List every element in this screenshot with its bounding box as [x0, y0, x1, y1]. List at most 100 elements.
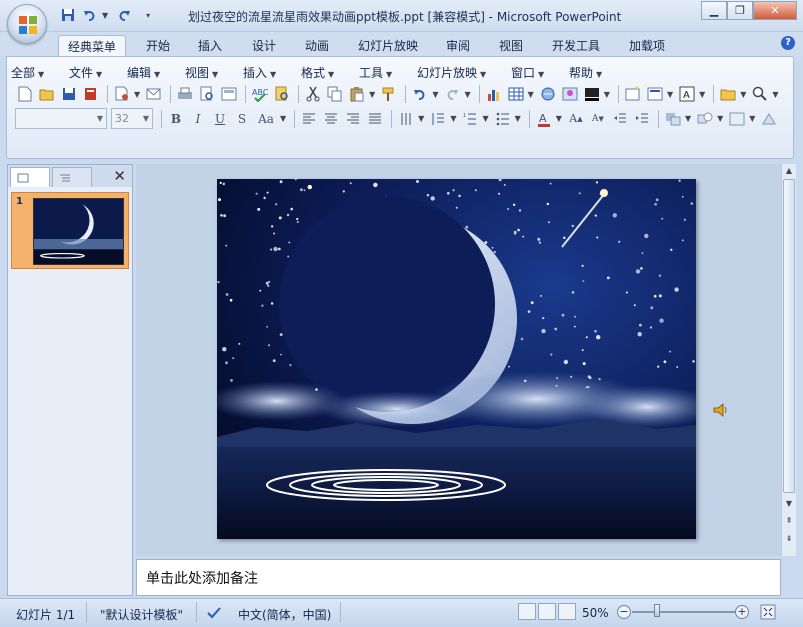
line-spacing-icon[interactable]	[428, 109, 448, 129]
justify-icon[interactable]	[365, 109, 385, 129]
vertical-scrollbar[interactable]: ▲ ▼ ⇞ ⇟	[781, 164, 796, 556]
shadow-icon[interactable]: S	[232, 109, 252, 129]
email-icon[interactable]	[144, 84, 164, 104]
shape-fill-icon[interactable]	[727, 109, 747, 129]
print-preview-icon[interactable]	[112, 84, 132, 104]
quick-styles-icon[interactable]	[759, 109, 779, 129]
bullets-icon[interactable]	[493, 109, 513, 129]
tab-addins[interactable]: 加载项	[622, 35, 672, 56]
chevron-down-icon[interactable]: ▼	[528, 90, 534, 99]
text-box-icon[interactable]: A	[677, 84, 697, 104]
chevron-down-icon[interactable]: ▼	[482, 114, 488, 123]
chevron-down-icon[interactable]: ▼	[464, 90, 470, 99]
scroll-thumb[interactable]	[783, 179, 795, 493]
chevron-down-icon[interactable]: ▼	[515, 114, 521, 123]
new-document-icon[interactable]	[15, 84, 35, 104]
zoom-in-icon[interactable]: +	[735, 605, 749, 619]
menu-all[interactable]: 全部 ▼	[11, 61, 69, 83]
chevron-down-icon[interactable]: ▼	[604, 90, 610, 99]
chevron-down-icon[interactable]: ▼	[432, 90, 438, 99]
chevron-down-icon[interactable]: ▼	[450, 114, 456, 123]
chevron-down-icon[interactable]: ▼	[369, 90, 375, 99]
scroll-down-icon[interactable]: ▼	[782, 497, 796, 511]
restore-button[interactable]: ❐	[727, 1, 753, 20]
chevron-down-icon[interactable]: ▼	[699, 90, 705, 99]
chevron-down-icon[interactable]: ▼	[667, 90, 673, 99]
font-name-combo[interactable]: ▼	[15, 108, 107, 129]
chevron-down-icon[interactable]: ▼	[740, 90, 746, 99]
chevron-down-icon[interactable]: ▼	[418, 114, 424, 123]
zoom-out-icon[interactable]: −	[617, 605, 631, 619]
chevron-down-icon[interactable]: ▼	[717, 114, 723, 123]
format-painter-icon[interactable]	[379, 84, 399, 104]
redo-icon[interactable]	[442, 84, 462, 104]
font-color-icon[interactable]: A	[534, 109, 554, 129]
menu-format[interactable]: 格式 ▼	[301, 61, 359, 83]
tab-review[interactable]: 审阅	[438, 35, 478, 56]
research-icon[interactable]	[272, 84, 292, 104]
slide-thumbnail[interactable]: 1	[11, 192, 129, 269]
tab-classic-menu[interactable]: 经典菜单	[58, 35, 126, 56]
scroll-up-icon[interactable]: ▲	[782, 164, 796, 178]
cut-icon[interactable]	[303, 84, 323, 104]
insert-chart-icon[interactable]	[484, 84, 504, 104]
arrange-icon[interactable]	[663, 109, 683, 129]
underline-icon[interactable]: U	[210, 109, 230, 129]
shapes-icon[interactable]	[695, 109, 715, 129]
change-case-icon[interactable]: Aa	[254, 109, 278, 129]
color-fill-icon[interactable]	[582, 84, 602, 104]
italic-icon[interactable]: I	[188, 109, 208, 129]
save-icon[interactable]	[58, 6, 78, 24]
notes-pane[interactable]: 单击此处添加备注	[136, 559, 781, 596]
text-direction-icon[interactable]	[396, 109, 416, 129]
numbering-icon[interactable]: 1	[460, 109, 480, 129]
zoom-slider[interactable]	[632, 611, 736, 613]
slideshow-view-button[interactable]	[558, 603, 576, 620]
close-icon[interactable]: ✕	[113, 167, 126, 185]
chevron-down-icon[interactable]: ▼	[685, 114, 691, 123]
layout-icon[interactable]	[645, 84, 665, 104]
chevron-down-icon[interactable]: ▼	[772, 90, 778, 99]
sound-icon[interactable]	[712, 401, 730, 419]
bold-icon[interactable]: B	[166, 109, 186, 129]
insert-table-icon[interactable]	[506, 84, 526, 104]
undo-dropdown-icon[interactable]: ▼	[102, 11, 108, 20]
tab-design[interactable]: 设计	[244, 35, 284, 56]
grow-font-icon[interactable]: A ▲	[566, 109, 586, 129]
tab-view[interactable]: 视图	[491, 35, 531, 56]
customize-qat-icon[interactable]: ▾	[146, 11, 150, 20]
chevron-down-icon[interactable]: ▼	[134, 90, 140, 99]
tab-slideshow[interactable]: 幻灯片放映	[352, 35, 424, 56]
folder-icon[interactable]	[718, 84, 738, 104]
theme-name[interactable]: "默认设计模板"	[100, 606, 183, 623]
help-icon[interactable]: ?	[781, 36, 795, 50]
undo-icon[interactable]	[80, 6, 100, 24]
copy-icon[interactable]	[325, 84, 345, 104]
menu-view[interactable]: 视图 ▼	[185, 61, 243, 83]
previous-slide-icon[interactable]: ⇞	[782, 514, 796, 528]
notes-placeholder[interactable]: 单击此处添加备注	[146, 568, 258, 588]
insert-picture-icon[interactable]	[560, 84, 580, 104]
shrink-font-icon[interactable]: A ▼	[588, 109, 608, 129]
align-right-icon[interactable]	[343, 109, 363, 129]
fit-to-window-icon[interactable]	[760, 604, 776, 620]
normal-view-button[interactable]	[518, 603, 536, 620]
menu-tools[interactable]: 工具 ▼	[359, 61, 417, 83]
zoom-icon[interactable]	[750, 84, 770, 104]
menu-insert[interactable]: 插入 ▼	[243, 61, 301, 83]
save-icon[interactable]	[59, 84, 79, 104]
tab-insert[interactable]: 插入	[190, 35, 230, 56]
font-size-combo[interactable]: 32 ▼	[111, 108, 153, 129]
menu-edit[interactable]: 编辑 ▼	[127, 61, 185, 83]
print-preview-page-icon[interactable]	[197, 84, 217, 104]
paste-icon[interactable]	[347, 84, 367, 104]
tab-home[interactable]: 开始	[138, 35, 178, 56]
tab-animation[interactable]: 动画	[297, 35, 337, 56]
redo-icon[interactable]	[114, 6, 134, 24]
minimize-button[interactable]: ▁	[701, 1, 727, 20]
chevron-down-icon[interactable]: ▼	[749, 114, 755, 123]
menu-help[interactable]: 帮助 ▼	[569, 61, 627, 83]
tab-outline[interactable]	[52, 167, 92, 187]
language-indicator[interactable]: 中文(简体，中国)	[238, 606, 331, 623]
menu-slideshow[interactable]: 幻灯片放映 ▼	[417, 61, 511, 83]
